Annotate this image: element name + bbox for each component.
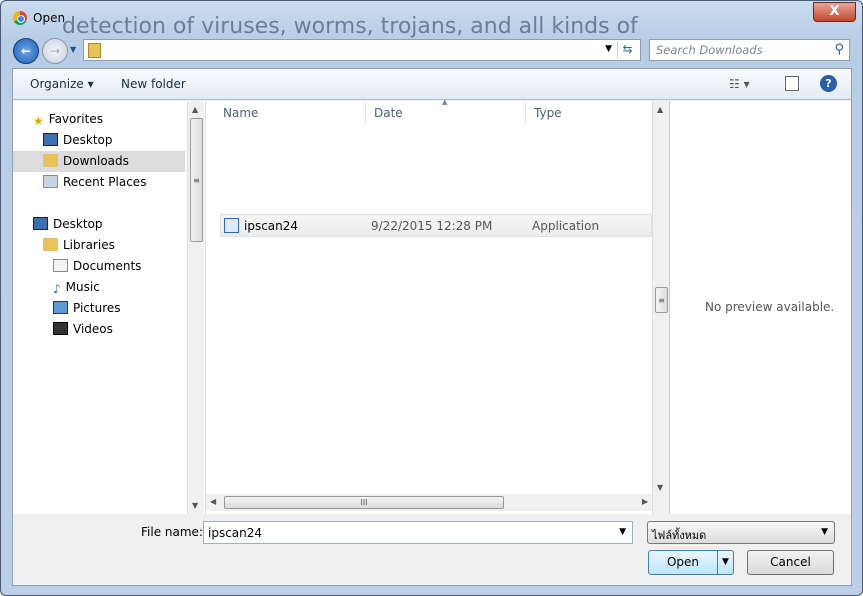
file-type: Application [532, 219, 600, 233]
file-date: 9/22/2015 12:28 PM [371, 219, 493, 233]
chrome-icon [13, 11, 27, 25]
open-dialog: Open X ← → ▼ ▼ ⇆ Search Downloads ⚲ Orga… [0, 0, 863, 596]
libraries-icon [43, 238, 58, 251]
file-name-input[interactable]: ipscan24 ▼ [203, 521, 633, 544]
help-icon[interactable]: ? [820, 75, 837, 92]
recent-places-icon [43, 175, 58, 188]
nav-label: Desktop [63, 133, 113, 147]
organize-button[interactable]: Organize ▾ [30, 77, 94, 91]
column-type[interactable]: Type [526, 101, 650, 125]
scroll-right-icon[interactable]: ▶ [642, 497, 648, 506]
scroll-left-icon[interactable]: ◀ [210, 497, 216, 506]
view-options-icon[interactable]: ☷ ▾ [729, 77, 750, 91]
nav-downloads[interactable]: Downloads [13, 151, 185, 172]
nav-label: Pictures [73, 301, 121, 315]
file-name-dropdown-icon[interactable]: ▼ [619, 527, 626, 537]
search-input[interactable]: Search Downloads ⚲ [649, 39, 850, 61]
file-type-select[interactable]: ไฟล์ทั้งหมด ▼ [647, 521, 835, 544]
nav-label: Videos [73, 322, 113, 336]
nav-desktop-favorite[interactable]: Desktop [43, 130, 113, 151]
downloads-folder-icon [43, 154, 58, 167]
nav-label: Downloads [63, 154, 129, 168]
nav-desktop[interactable]: Desktop [33, 214, 103, 235]
music-icon: ♪ [53, 282, 61, 296]
recent-pages-dropdown-icon[interactable]: ▼ [70, 45, 76, 54]
horizontal-scroll-thumb[interactable]: III [224, 496, 504, 509]
content-area: ★ Favorites Desktop Downloads Recent Plac… [13, 98, 852, 514]
scroll-down-icon[interactable]: ▼ [192, 501, 198, 510]
nav-scroll-thumb[interactable]: ≡ [190, 118, 203, 242]
file-name: ipscan24 [244, 219, 299, 233]
cancel-button[interactable]: Cancel [747, 550, 834, 575]
desktop-icon [33, 217, 48, 230]
forward-button[interactable]: → [42, 38, 68, 64]
open-label: Open [666, 555, 700, 569]
scroll-up-icon[interactable]: ▲ [657, 105, 663, 114]
toolbar: Organize ▾ New folder ☷ ▾ ? [13, 69, 851, 100]
list-scrollbar[interactable]: ▲ ≡ ▼ [652, 101, 669, 514]
nav-pictures[interactable]: Pictures [53, 298, 121, 319]
open-dropdown-icon[interactable]: ▼ [717, 551, 733, 574]
file-row[interactable]: ipscan24 9/22/2015 12:28 PM Application [220, 214, 652, 237]
pictures-icon [53, 301, 68, 314]
refresh-icon[interactable]: ⇆ [617, 42, 637, 58]
nav-music[interactable]: ♪ Music [53, 277, 100, 298]
nav-documents[interactable]: Documents [53, 256, 141, 277]
window-title: Open [33, 11, 66, 25]
nav-label: Documents [73, 259, 142, 273]
nav-label: Favorites [48, 112, 103, 126]
address-dropdown-icon[interactable]: ▼ [605, 44, 612, 54]
chevron-down-icon: ▼ [821, 527, 828, 537]
file-name-value: ipscan24 [208, 526, 263, 540]
no-preview-text: No preview available. [705, 300, 835, 314]
search-placeholder: Search Downloads [656, 43, 763, 57]
scroll-down-icon[interactable]: ▼ [657, 483, 663, 492]
list-scroll-thumb[interactable]: ≡ [655, 287, 668, 313]
preview-pane-icon[interactable] [785, 76, 799, 91]
address-bar[interactable]: ▼ ⇆ [83, 39, 641, 61]
documents-icon [53, 259, 68, 272]
preview-pane: No preview available. [669, 101, 852, 514]
new-folder-button[interactable]: New folder [121, 77, 186, 91]
sort-arrow-icon: ▲ [442, 98, 448, 106]
dialog-body: Organize ▾ New folder ☷ ▾ ? ★ Favorites D… [12, 68, 852, 586]
close-button[interactable]: X [813, 2, 856, 22]
navigation-pane: ★ Favorites Desktop Downloads Recent Plac… [13, 101, 204, 514]
scroll-up-icon[interactable]: ▲ [192, 105, 198, 114]
star-icon: ★ [33, 114, 44, 128]
videos-icon [53, 322, 68, 335]
application-icon [224, 218, 239, 233]
nav-libraries[interactable]: Libraries [43, 235, 115, 256]
back-button[interactable]: ← [13, 38, 39, 64]
horizontal-scrollbar[interactable]: ◀ III ▶ [206, 494, 652, 511]
nav-videos[interactable]: Videos [53, 319, 113, 340]
nav-favorites[interactable]: ★ Favorites [33, 109, 103, 130]
dialog-footer: File name: ipscan24 ▼ ไฟล์ทั้งหมด ▼ Open… [13, 514, 851, 587]
search-icon[interactable]: ⚲ [834, 42, 844, 57]
downloads-folder-icon [88, 43, 101, 58]
open-button[interactable]: Open ▼ [648, 550, 734, 575]
file-type-value: ไฟล์ทั้งหมด [652, 529, 707, 542]
nav-label: Libraries [63, 238, 115, 252]
nav-label: Music [65, 280, 100, 294]
nav-scrollbar[interactable]: ▲ ≡ ▼ [187, 101, 204, 514]
file-list: Name Date ▲ Type ipscan24 9/22/2015 12:2… [205, 98, 669, 514]
nav-label: Recent Places [63, 175, 147, 189]
desktop-icon [43, 133, 58, 146]
file-name-label: File name: [141, 525, 203, 539]
nav-label: Desktop [53, 217, 103, 231]
nav-recent-places[interactable]: Recent Places [43, 172, 146, 193]
column-name[interactable]: Name [206, 101, 366, 125]
